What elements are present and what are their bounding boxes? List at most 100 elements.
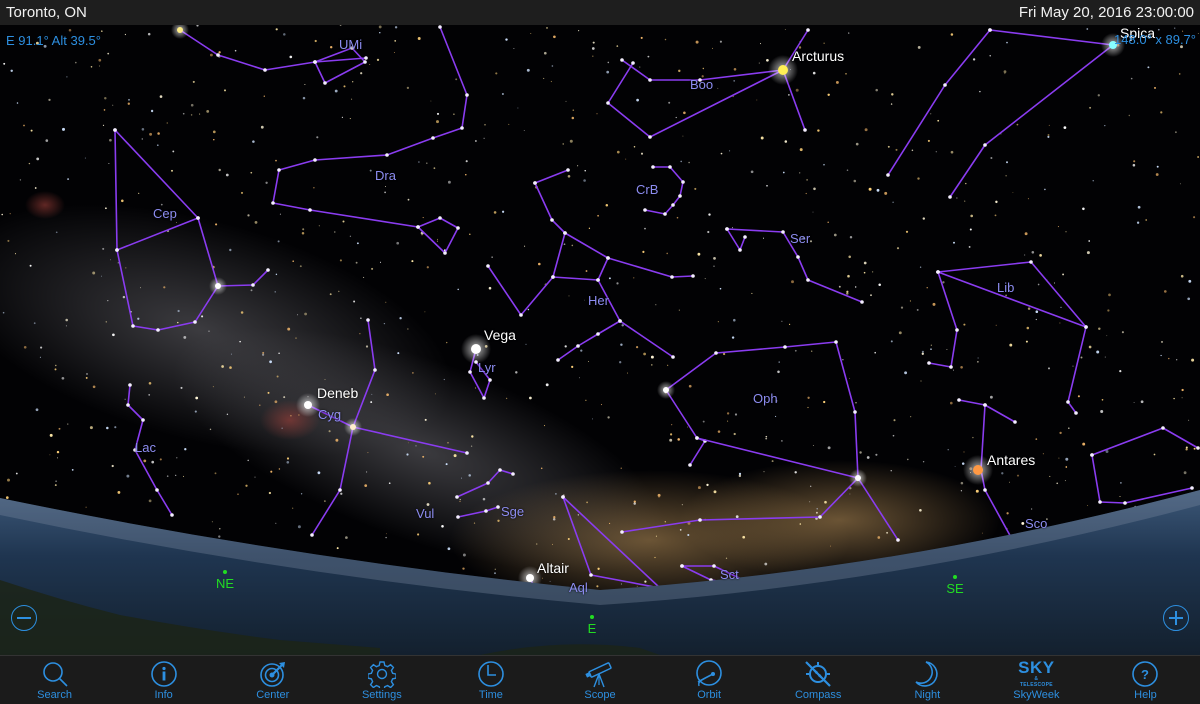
constellation-star[interactable] [681,180,685,184]
constellation-star[interactable] [438,25,442,29]
sky-view[interactable]: Arcturus Spica Vega Deneb Altair Antares UMi Bo… [0,25,1200,655]
constellation-star[interactable] [482,396,486,400]
constellation-star[interactable] [783,345,787,349]
zoom-out-button[interactable] [11,605,37,631]
constellation-star[interactable] [957,398,961,402]
constellation-star[interactable] [743,235,747,239]
bright-star[interactable] [177,27,183,33]
constellation-label[interactable]: Sco [1025,516,1047,531]
constellation-star[interactable] [484,509,488,513]
star-label[interactable]: Altair [537,560,569,576]
constellation-star[interactable] [631,61,635,65]
constellation-star[interactable] [251,283,255,287]
constellation-star[interactable] [1098,500,1102,504]
toolbar-search-button[interactable]: Search [0,656,109,704]
constellation-star[interactable] [955,328,959,332]
constellation-star[interactable] [431,136,435,140]
constellation-star[interactable] [620,58,624,62]
constellation-star[interactable] [663,212,667,216]
toolbar-settings-button[interactable]: Settings [327,656,436,704]
constellation-star[interactable] [688,463,692,467]
bright-star[interactable] [973,465,983,475]
constellation-star[interactable] [806,278,810,282]
constellation-label[interactable]: Oph [753,391,778,406]
star-label[interactable]: Antares [987,452,1035,468]
constellation-star[interactable] [1196,446,1200,450]
constellation-label[interactable]: Boo [690,77,713,92]
constellation-star[interactable] [860,300,864,304]
constellation-star[interactable] [671,355,675,359]
sky-chart[interactable] [0,25,1200,655]
constellation-star[interactable] [263,68,267,72]
constellation-star[interactable] [511,472,515,476]
constellation-star[interactable] [670,275,674,279]
constellation-label[interactable]: Dra [375,168,396,183]
constellation-star[interactable] [648,135,652,139]
constellation-star[interactable] [131,324,135,328]
constellation-star[interactable] [618,319,622,323]
constellation-star[interactable] [468,370,472,374]
constellation-label[interactable]: Sct [720,567,739,582]
constellation-star[interactable] [277,168,281,172]
constellation-label[interactable]: UMi [339,37,362,52]
constellation-star[interactable] [556,358,560,362]
bright-star[interactable] [350,424,356,430]
constellation-star[interactable] [310,533,314,537]
toolbar-time-button[interactable]: Time [436,656,545,704]
constellation-star[interactable] [323,81,327,85]
constellation-star[interactable] [886,173,890,177]
constellation-star[interactable] [155,488,159,492]
constellation-star[interactable] [373,368,377,372]
constellation-label[interactable]: Lib [997,280,1014,295]
constellation-star[interactable] [714,351,718,355]
constellation-star[interactable] [170,513,174,517]
constellation-star[interactable] [465,93,469,97]
constellation-star[interactable] [943,83,947,87]
constellation-star[interactable] [115,248,119,252]
constellation-star[interactable] [363,60,367,64]
constellation-star[interactable] [438,216,442,220]
constellation-star[interactable] [551,275,555,279]
constellation-star[interactable] [460,126,464,130]
star-label[interactable]: Vega [484,327,516,343]
constellation-label[interactable]: Cyg [318,407,341,422]
constellation-star[interactable] [566,168,570,172]
toolbar-compass-button[interactable]: Compass [764,656,873,704]
constellation-star[interactable] [936,270,940,274]
constellation-star[interactable] [712,564,716,568]
toolbar-skyweek-button[interactable]: SKY & TELESCOPE SkyWeek [982,656,1091,704]
constellation-star[interactable] [818,515,822,519]
constellation-star[interactable] [465,451,469,455]
constellation-label[interactable]: Sge [501,504,524,519]
constellation-label[interactable]: CrB [636,182,658,197]
constellation-star[interactable] [488,378,492,382]
constellation-star[interactable] [456,226,460,230]
constellation-star[interactable] [196,216,200,220]
constellation-star[interactable] [550,218,554,222]
constellation-star[interactable] [668,165,672,169]
constellation-star[interactable] [695,436,699,440]
zoom-in-button[interactable] [1163,605,1189,631]
constellation-star[interactable] [806,28,810,32]
constellation-star[interactable] [781,230,785,234]
constellation-star[interactable] [385,153,389,157]
toolbar-orbit-button[interactable]: Orbit [655,656,764,704]
toolbar-center-button[interactable]: Center [218,656,327,704]
constellation-star[interactable] [193,320,197,324]
constellation-star[interactable] [738,248,742,252]
constellation-label[interactable]: Aql [569,580,588,595]
constellation-star[interactable] [456,515,460,519]
constellation-star[interactable] [643,208,647,212]
constellation-label[interactable]: Her [588,293,609,308]
constellation-star[interactable] [796,255,800,259]
bright-star[interactable] [215,283,221,289]
constellation-star[interactable] [308,208,312,212]
constellation-star[interactable] [313,60,317,64]
constellation-label[interactable]: Lyr [478,360,496,375]
constellation-star[interactable] [486,481,490,485]
constellation-star[interactable] [416,225,420,229]
constellation-star[interactable] [519,313,523,317]
constellation-star[interactable] [128,383,132,387]
constellation-star[interactable] [1066,400,1070,404]
constellation-label[interactable]: Cep [153,206,177,221]
